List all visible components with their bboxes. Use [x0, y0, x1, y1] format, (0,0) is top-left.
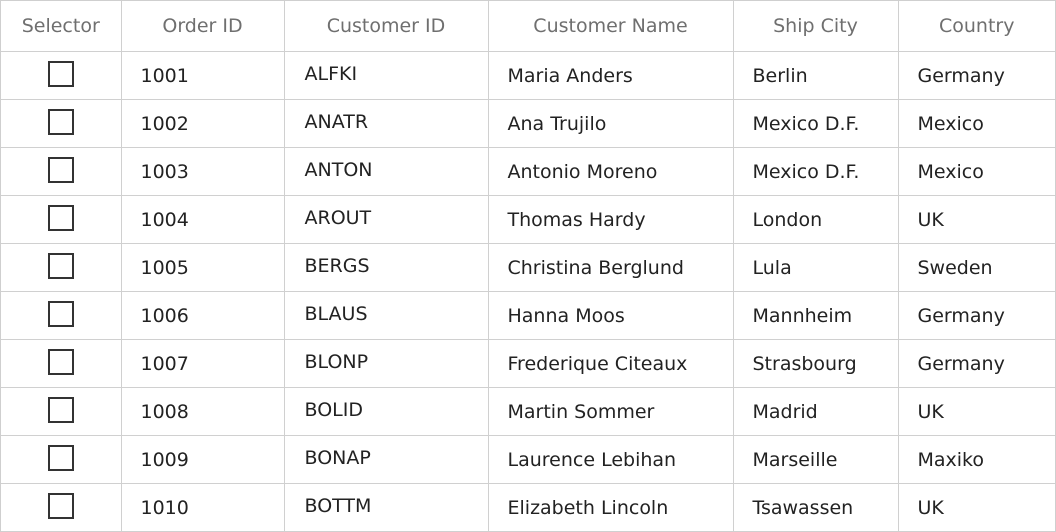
column-header-selector[interactable]: Selector: [1, 1, 122, 52]
table-row[interactable]: 1002 ANATR Ana Trujilo Mexico D.F. Mexic…: [1, 98, 1055, 148]
customer-id-cell: BOLID: [283, 386, 489, 436]
country-cell: UK: [897, 194, 1055, 244]
order-id-cell: 1004: [120, 194, 285, 244]
order-id-cell: 1009: [120, 434, 285, 484]
ship-city-cell: Strasbourg: [732, 338, 899, 388]
customer-name-cell: Christina Berglund: [487, 242, 734, 292]
customer-name-cell: Hanna Moos: [487, 290, 734, 340]
customer-name-cell: Elizabeth Lincoln: [487, 482, 734, 532]
country-cell: Germany: [897, 338, 1055, 388]
row-select-checkbox[interactable]: [47, 204, 74, 231]
selector-cell: [1, 386, 122, 436]
row-select-checkbox[interactable]: [47, 60, 74, 87]
order-id-cell: 1002: [120, 98, 285, 148]
ship-city-cell: Berlin: [732, 50, 899, 100]
customer-id-cell: AROUT: [283, 194, 489, 244]
customer-id-cell: BOTTM: [283, 482, 489, 532]
row-select-checkbox[interactable]: [47, 348, 74, 375]
column-header-country[interactable]: Country: [897, 1, 1055, 52]
selector-cell: [1, 194, 122, 244]
country-cell: UK: [897, 386, 1055, 436]
selector-cell: [1, 434, 122, 484]
row-select-checkbox[interactable]: [47, 444, 74, 471]
country-cell: Sweden: [897, 242, 1055, 292]
order-id-cell: 1010: [120, 482, 285, 532]
country-cell: UK: [897, 482, 1055, 532]
customer-id-cell: BLAUS: [283, 290, 489, 340]
country-cell: Mexico: [897, 146, 1055, 196]
customer-id-cell: BONAP: [283, 434, 489, 484]
ship-city-cell: Tsawassen: [732, 482, 899, 532]
grid-body: 1001 ALFKI Maria Anders Berlin Germany 1…: [1, 50, 1055, 532]
table-row[interactable]: 1010 BOTTM Elizabeth Lincoln Tsawassen U…: [1, 482, 1055, 532]
order-id-cell: 1005: [120, 242, 285, 292]
customer-name-cell: Antonio Moreno: [487, 146, 734, 196]
ship-city-cell: London: [732, 194, 899, 244]
row-select-checkbox[interactable]: [47, 300, 74, 327]
table-row[interactable]: 1009 BONAP Laurence Lebihan Marseille Ma…: [1, 434, 1055, 484]
table-row[interactable]: 1003 ANTON Antonio Moreno Mexico D.F. Me…: [1, 146, 1055, 196]
customer-name-cell: Ana Trujilo: [487, 98, 734, 148]
country-cell: Maxiko: [897, 434, 1055, 484]
column-header-customer-id[interactable]: Customer ID: [283, 1, 489, 52]
country-cell: Mexico: [897, 98, 1055, 148]
ship-city-cell: Mexico D.F.: [732, 146, 899, 196]
customer-id-cell: BERGS: [283, 242, 489, 292]
orders-table: Selector Order ID Customer ID Customer N…: [1, 1, 1055, 532]
table-row[interactable]: 1007 BLONP Frederique Citeaux Strasbourg…: [1, 338, 1055, 388]
order-id-cell: 1001: [120, 50, 285, 100]
ship-city-cell: Madrid: [732, 386, 899, 436]
customer-id-cell: ANTON: [283, 146, 489, 196]
column-header-ship-city[interactable]: Ship City: [732, 1, 899, 52]
selector-cell: [1, 290, 122, 340]
column-header-order-id[interactable]: Order ID: [120, 1, 285, 52]
ship-city-cell: Lula: [732, 242, 899, 292]
customer-id-cell: ANATR: [283, 98, 489, 148]
order-id-cell: 1006: [120, 290, 285, 340]
ship-city-cell: Mannheim: [732, 290, 899, 340]
country-cell: Germany: [897, 50, 1055, 100]
table-row[interactable]: 1005 BERGS Christina Berglund Lula Swede…: [1, 242, 1055, 292]
table-row[interactable]: 1006 BLAUS Hanna Moos Mannheim Germany: [1, 290, 1055, 340]
order-id-cell: 1008: [120, 386, 285, 436]
customer-name-cell: Martin Sommer: [487, 386, 734, 436]
customer-name-cell: Thomas Hardy: [487, 194, 734, 244]
orders-data-grid: Selector Order ID Customer ID Customer N…: [0, 0, 1056, 532]
order-id-cell: 1007: [120, 338, 285, 388]
customer-name-cell: Laurence Lebihan: [487, 434, 734, 484]
customer-name-cell: Maria Anders: [487, 50, 734, 100]
selector-cell: [1, 146, 122, 196]
customer-name-cell: Frederique Citeaux: [487, 338, 734, 388]
grid-header: Selector Order ID Customer ID Customer N…: [1, 1, 1055, 52]
order-id-cell: 1003: [120, 146, 285, 196]
row-select-checkbox[interactable]: [47, 252, 74, 279]
ship-city-cell: Marseille: [732, 434, 899, 484]
row-select-checkbox[interactable]: [47, 156, 74, 183]
selector-cell: [1, 98, 122, 148]
customer-id-cell: ALFKI: [283, 50, 489, 100]
row-select-checkbox[interactable]: [47, 492, 74, 519]
table-row[interactable]: 1004 AROUT Thomas Hardy London UK: [1, 194, 1055, 244]
table-row[interactable]: 1001 ALFKI Maria Anders Berlin Germany: [1, 50, 1055, 100]
header-row: Selector Order ID Customer ID Customer N…: [1, 1, 1055, 52]
selector-cell: [1, 50, 122, 100]
customer-id-cell: BLONP: [283, 338, 489, 388]
selector-cell: [1, 338, 122, 388]
row-select-checkbox[interactable]: [47, 108, 74, 135]
table-row[interactable]: 1008 BOLID Martin Sommer Madrid UK: [1, 386, 1055, 436]
ship-city-cell: Mexico D.F.: [732, 98, 899, 148]
selector-cell: [1, 242, 122, 292]
selector-cell: [1, 482, 122, 532]
row-select-checkbox[interactable]: [47, 396, 74, 423]
column-header-customer-name[interactable]: Customer Name: [487, 1, 734, 52]
country-cell: Germany: [897, 290, 1055, 340]
